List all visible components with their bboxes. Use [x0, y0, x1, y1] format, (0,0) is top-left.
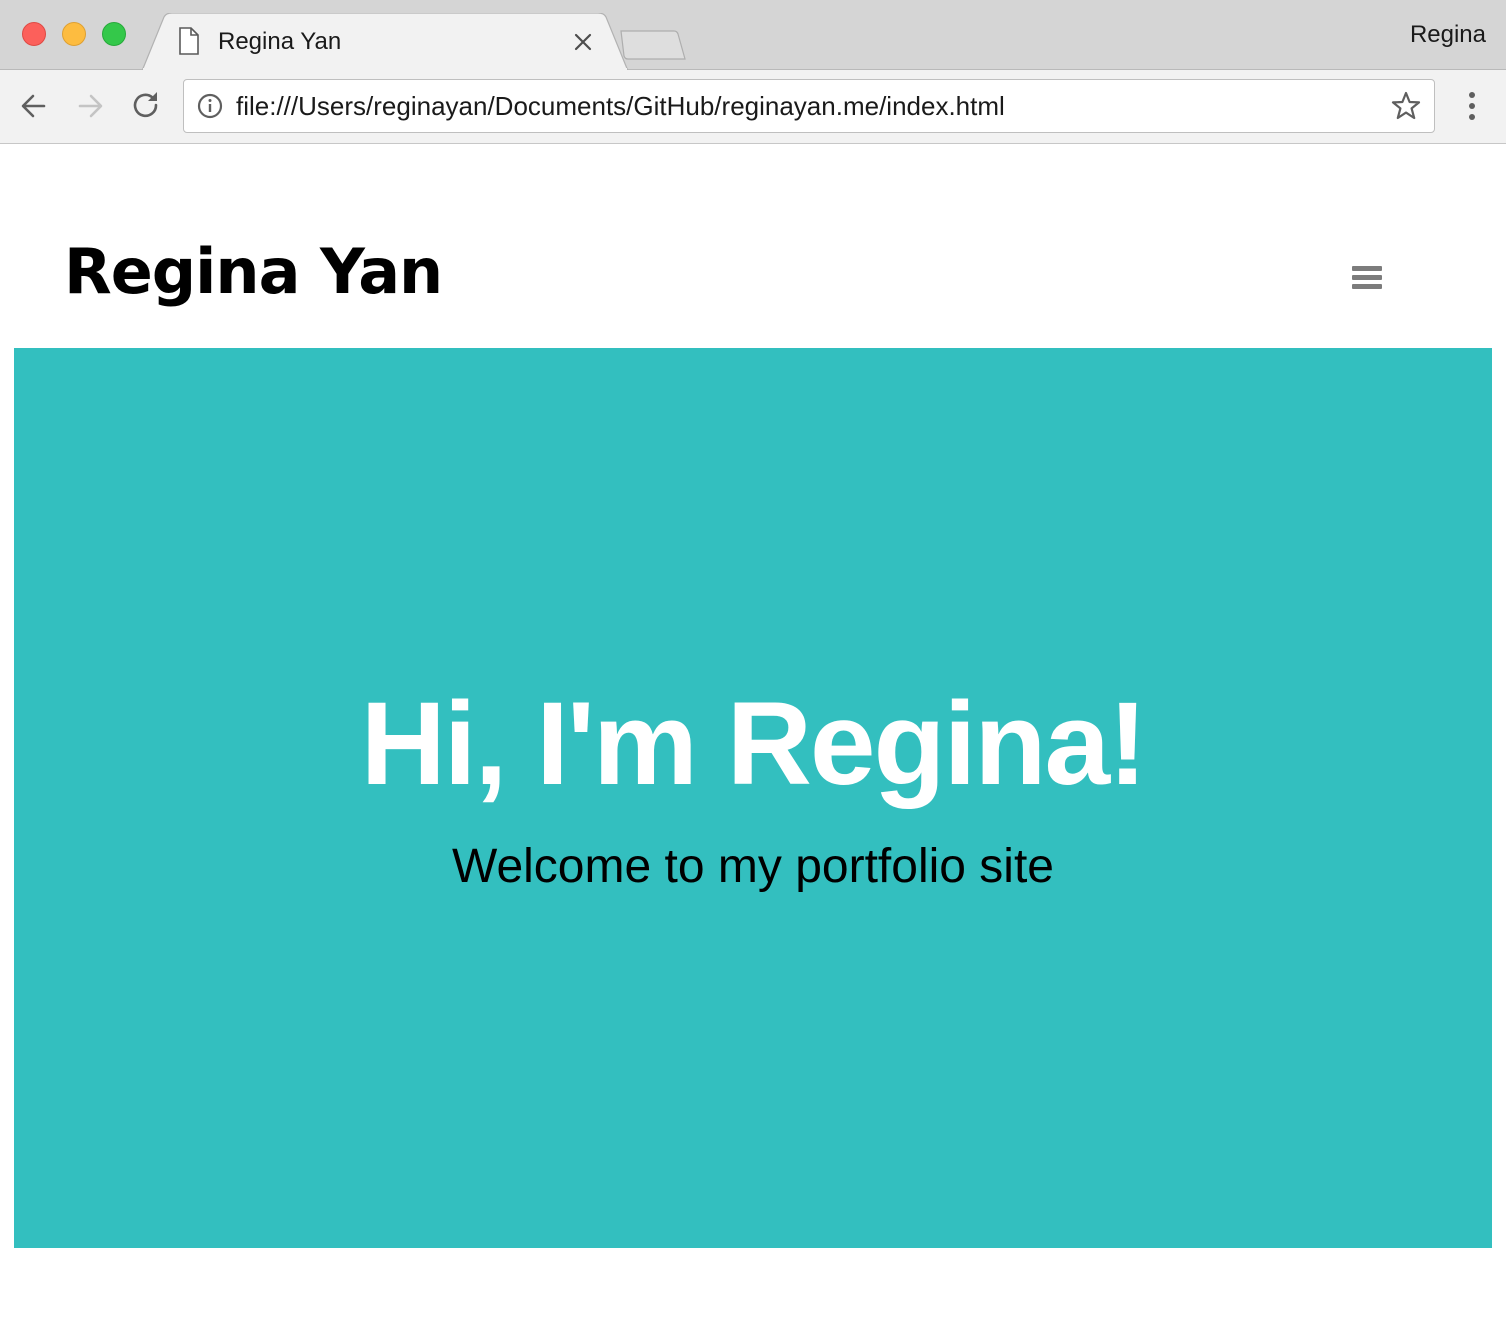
- url-text[interactable]: file:///Users/reginayan/Documents/GitHub…: [236, 91, 1005, 121]
- hamburger-menu-icon[interactable]: [1352, 264, 1384, 294]
- site-logo[interactable]: Regina Yan: [64, 230, 443, 314]
- hamburger-bar: [1352, 284, 1382, 289]
- hero-title: Hi, I'm Regina!: [360, 678, 1148, 810]
- hero-subtitle: Welcome to my portfolio site: [452, 840, 1054, 893]
- tab-shape: [142, 13, 628, 71]
- info-icon[interactable]: [196, 92, 224, 120]
- star-icon[interactable]: [1390, 90, 1422, 122]
- new-tab-button[interactable]: [618, 28, 688, 62]
- hamburger-bar: [1352, 275, 1382, 280]
- close-icon[interactable]: [572, 31, 594, 53]
- profile-name[interactable]: Regina: [1410, 20, 1486, 50]
- arrow-right-icon[interactable]: [72, 88, 108, 124]
- more-vertical-icon[interactable]: [1458, 90, 1486, 124]
- window-close-button[interactable]: [22, 22, 46, 46]
- browser-tab-strip: Regina Yan Regina: [0, 0, 1506, 71]
- hero-section: Hi, I'm Regina! Welcome to my portfolio …: [14, 348, 1492, 1248]
- reload-icon[interactable]: [128, 88, 164, 124]
- address-bar[interactable]: file:///Users/reginayan/Documents/GitHub…: [183, 79, 1435, 133]
- browser-toolbar: file:///Users/reginayan/Documents/GitHub…: [0, 70, 1506, 144]
- arrow-left-icon[interactable]: [16, 88, 52, 124]
- file-icon: [179, 27, 199, 55]
- browser-tab-active[interactable]: Regina Yan: [142, 13, 628, 71]
- window-zoom-button[interactable]: [102, 22, 126, 46]
- site-header: Regina Yan: [0, 144, 1506, 348]
- window-minimize-button[interactable]: [62, 22, 86, 46]
- tab-title: Regina Yan: [218, 28, 342, 55]
- hamburger-bar: [1352, 266, 1382, 271]
